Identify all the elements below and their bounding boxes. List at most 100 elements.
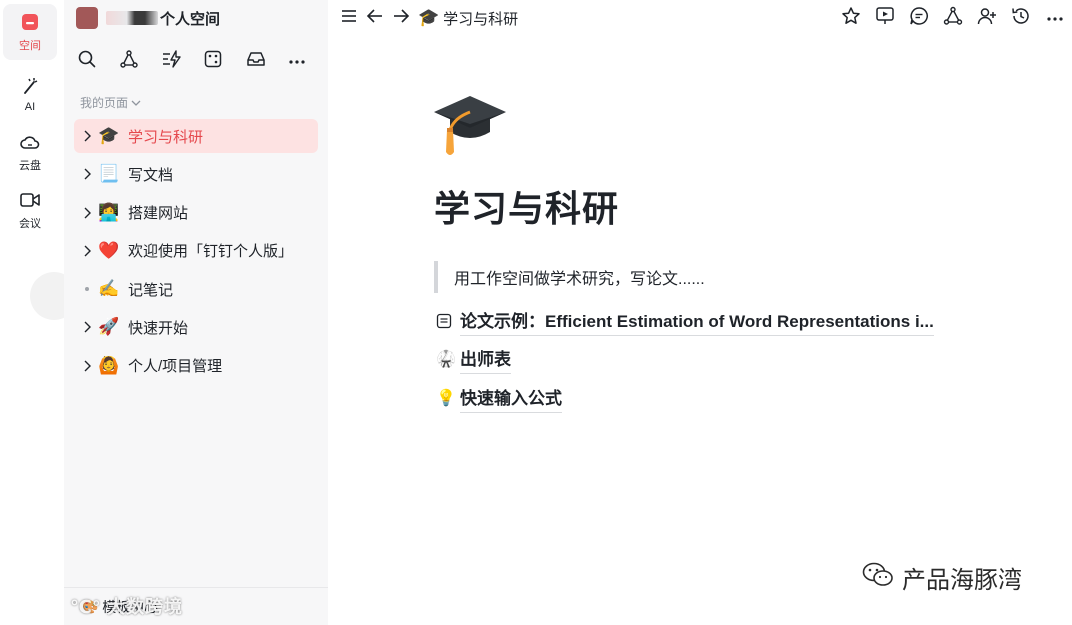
video-camera-icon — [19, 189, 41, 211]
light-bulb-icon: 💡 — [436, 390, 456, 407]
add-member-button[interactable] — [974, 5, 1000, 31]
page-link-chushibiao[interactable]: 🥋 出师表 — [436, 345, 511, 374]
rail-item-ai[interactable]: AI — [3, 66, 57, 122]
quote-text: 用工作空间做学术研究，写论文...... — [454, 271, 705, 288]
rail-label: 空间 — [19, 40, 41, 52]
tree-item-label: 记笔记 — [128, 281, 174, 299]
rail-item-meeting[interactable]: 会议 — [3, 182, 57, 238]
more-options-button[interactable] — [1042, 5, 1068, 31]
more-button[interactable] — [288, 48, 330, 74]
favorite-button[interactable] — [838, 5, 864, 31]
tree-item-welcome[interactable]: ❤️ 欢迎使用「钉钉个人版」 — [74, 234, 318, 268]
rail-item-cloud[interactable]: 云盘 — [3, 124, 57, 180]
heart-icon: ❤️ — [98, 240, 120, 260]
chevron-right-icon[interactable] — [80, 244, 94, 258]
present-icon — [875, 6, 895, 31]
tree-item-label: 快速开始 — [128, 319, 189, 337]
chevron-right-icon[interactable] — [80, 359, 94, 373]
topbar-right — [838, 5, 1068, 31]
dice-icon — [204, 50, 222, 73]
arrow-right-icon — [392, 8, 410, 29]
tree-item-label: 欢迎使用「钉钉个人版」 — [128, 243, 294, 261]
rail-item-space[interactable]: 空间 — [3, 4, 57, 60]
star-icon — [841, 6, 861, 31]
tree-item-write-doc[interactable]: 📃 写文档 — [74, 157, 318, 191]
comment-button[interactable] — [906, 5, 932, 31]
bullet-dot-icon — [80, 282, 94, 296]
tree-item-label: 写文档 — [128, 166, 174, 184]
tree-item-project-management[interactable]: 🙆 个人/项目管理 — [74, 349, 318, 383]
comment-icon — [909, 6, 929, 31]
page-tree: 🎓 学习与科研 📃 写文档 👩‍💻 搭建网站 ❤️ 欢迎使用「钉钉个人版」 ✍️… — [74, 119, 318, 387]
search-button[interactable] — [78, 48, 120, 74]
page-title[interactable]: 学习与科研 — [434, 180, 619, 232]
quote-block[interactable]: 用工作空间做学术研究，写论文...... — [434, 261, 705, 293]
graph-icon — [120, 49, 138, 73]
watermark-left-text: 大数跨境 — [107, 597, 184, 617]
cloud-icon — [19, 131, 41, 153]
search-icon — [78, 50, 96, 73]
section-label-text: 我的页面 — [80, 96, 129, 110]
inbox-button[interactable] — [246, 48, 288, 74]
chevron-right-icon[interactable] — [80, 320, 94, 334]
more-icon — [288, 52, 306, 70]
watermark-text: 产品海豚湾 — [902, 567, 1022, 594]
quick-action-button[interactable] — [162, 48, 204, 74]
tree-item-label: 个人/项目管理 — [128, 358, 223, 376]
page-link-formula[interactable]: 💡 快速输入公式 — [436, 384, 562, 413]
person-gesture-icon: 🙆 — [98, 355, 120, 375]
tree-item-notes[interactable]: ✍️ 记笔记 — [74, 272, 318, 306]
martial-arts-icon: 🥋 — [436, 351, 456, 368]
rail-label: 会议 — [19, 218, 41, 230]
magic-wand-icon — [19, 75, 41, 97]
document-icon — [436, 313, 460, 329]
page-link-paper-example[interactable]: 论文示例：Efficient Estimation of Word Repres… — [436, 307, 934, 336]
history-icon — [1011, 6, 1031, 31]
arrow-left-icon — [366, 8, 384, 29]
random-button[interactable] — [204, 48, 246, 74]
more-icon — [1046, 9, 1064, 27]
forward-button[interactable] — [388, 5, 414, 31]
watermark-bottom-left: ℃° 大数跨境 — [70, 593, 183, 619]
tree-item-build-website[interactable]: 👩‍💻 搭建网站 — [74, 196, 318, 230]
menu-icon — [340, 8, 358, 29]
sidebar-toolbar — [78, 48, 330, 74]
tree-item-quick-start[interactable]: 🚀 快速开始 — [74, 310, 318, 344]
toggle-sidebar-button[interactable] — [336, 5, 362, 31]
inbox-icon — [246, 50, 266, 73]
rocket-icon: 🚀 — [98, 317, 120, 337]
rail-label: 云盘 — [19, 160, 41, 172]
breadcrumb-title[interactable]: 学习与科研 — [443, 8, 518, 29]
section-my-pages[interactable]: 我的页面 — [80, 94, 141, 111]
graph-view-button[interactable] — [940, 5, 966, 31]
workspace-header[interactable]: 个人空间 — [76, 6, 220, 30]
history-button[interactable] — [1008, 5, 1034, 31]
document-emoji-icon: 📃 — [98, 164, 120, 184]
space-icon — [19, 11, 41, 33]
graph-icon — [943, 6, 963, 31]
developer-emoji-icon: 👩‍💻 — [98, 202, 120, 222]
workspace-name: 个人空间 — [160, 10, 221, 28]
page-link-text: 论文示例：Efficient Estimation of Word Repres… — [460, 307, 934, 336]
chevron-right-icon[interactable] — [80, 167, 94, 181]
watermark-logo-icon: ℃° — [70, 597, 101, 617]
chevron-right-icon[interactable] — [80, 206, 94, 220]
workspace-avatar — [76, 7, 98, 29]
left-rail: 空间 AI 云盘 会议 — [0, 0, 78, 625]
sidebar: 个人空间 我的页面 🎓 学习与科研 📃 — [64, 0, 328, 625]
page-icon-graduation-cap-icon[interactable] — [432, 88, 508, 160]
page-link-text: 出师表 — [460, 345, 511, 374]
tree-item-study-research[interactable]: 🎓 学习与科研 — [74, 119, 318, 153]
add-member-icon — [977, 6, 997, 31]
page-link-text: 快速输入公式 — [460, 384, 562, 413]
graph-button[interactable] — [120, 48, 162, 74]
topbar-left: 🎓 学习与科研 — [336, 5, 518, 31]
redacted-name — [106, 11, 158, 25]
writing-hand-icon: ✍️ — [98, 279, 120, 299]
chevron-down-icon — [131, 96, 141, 110]
graduation-cap-icon: 🎓 — [418, 8, 440, 27]
tree-item-label: 学习与科研 — [128, 128, 204, 146]
chevron-right-icon[interactable] — [80, 129, 94, 143]
back-button[interactable] — [362, 5, 388, 31]
present-button[interactable] — [872, 5, 898, 31]
